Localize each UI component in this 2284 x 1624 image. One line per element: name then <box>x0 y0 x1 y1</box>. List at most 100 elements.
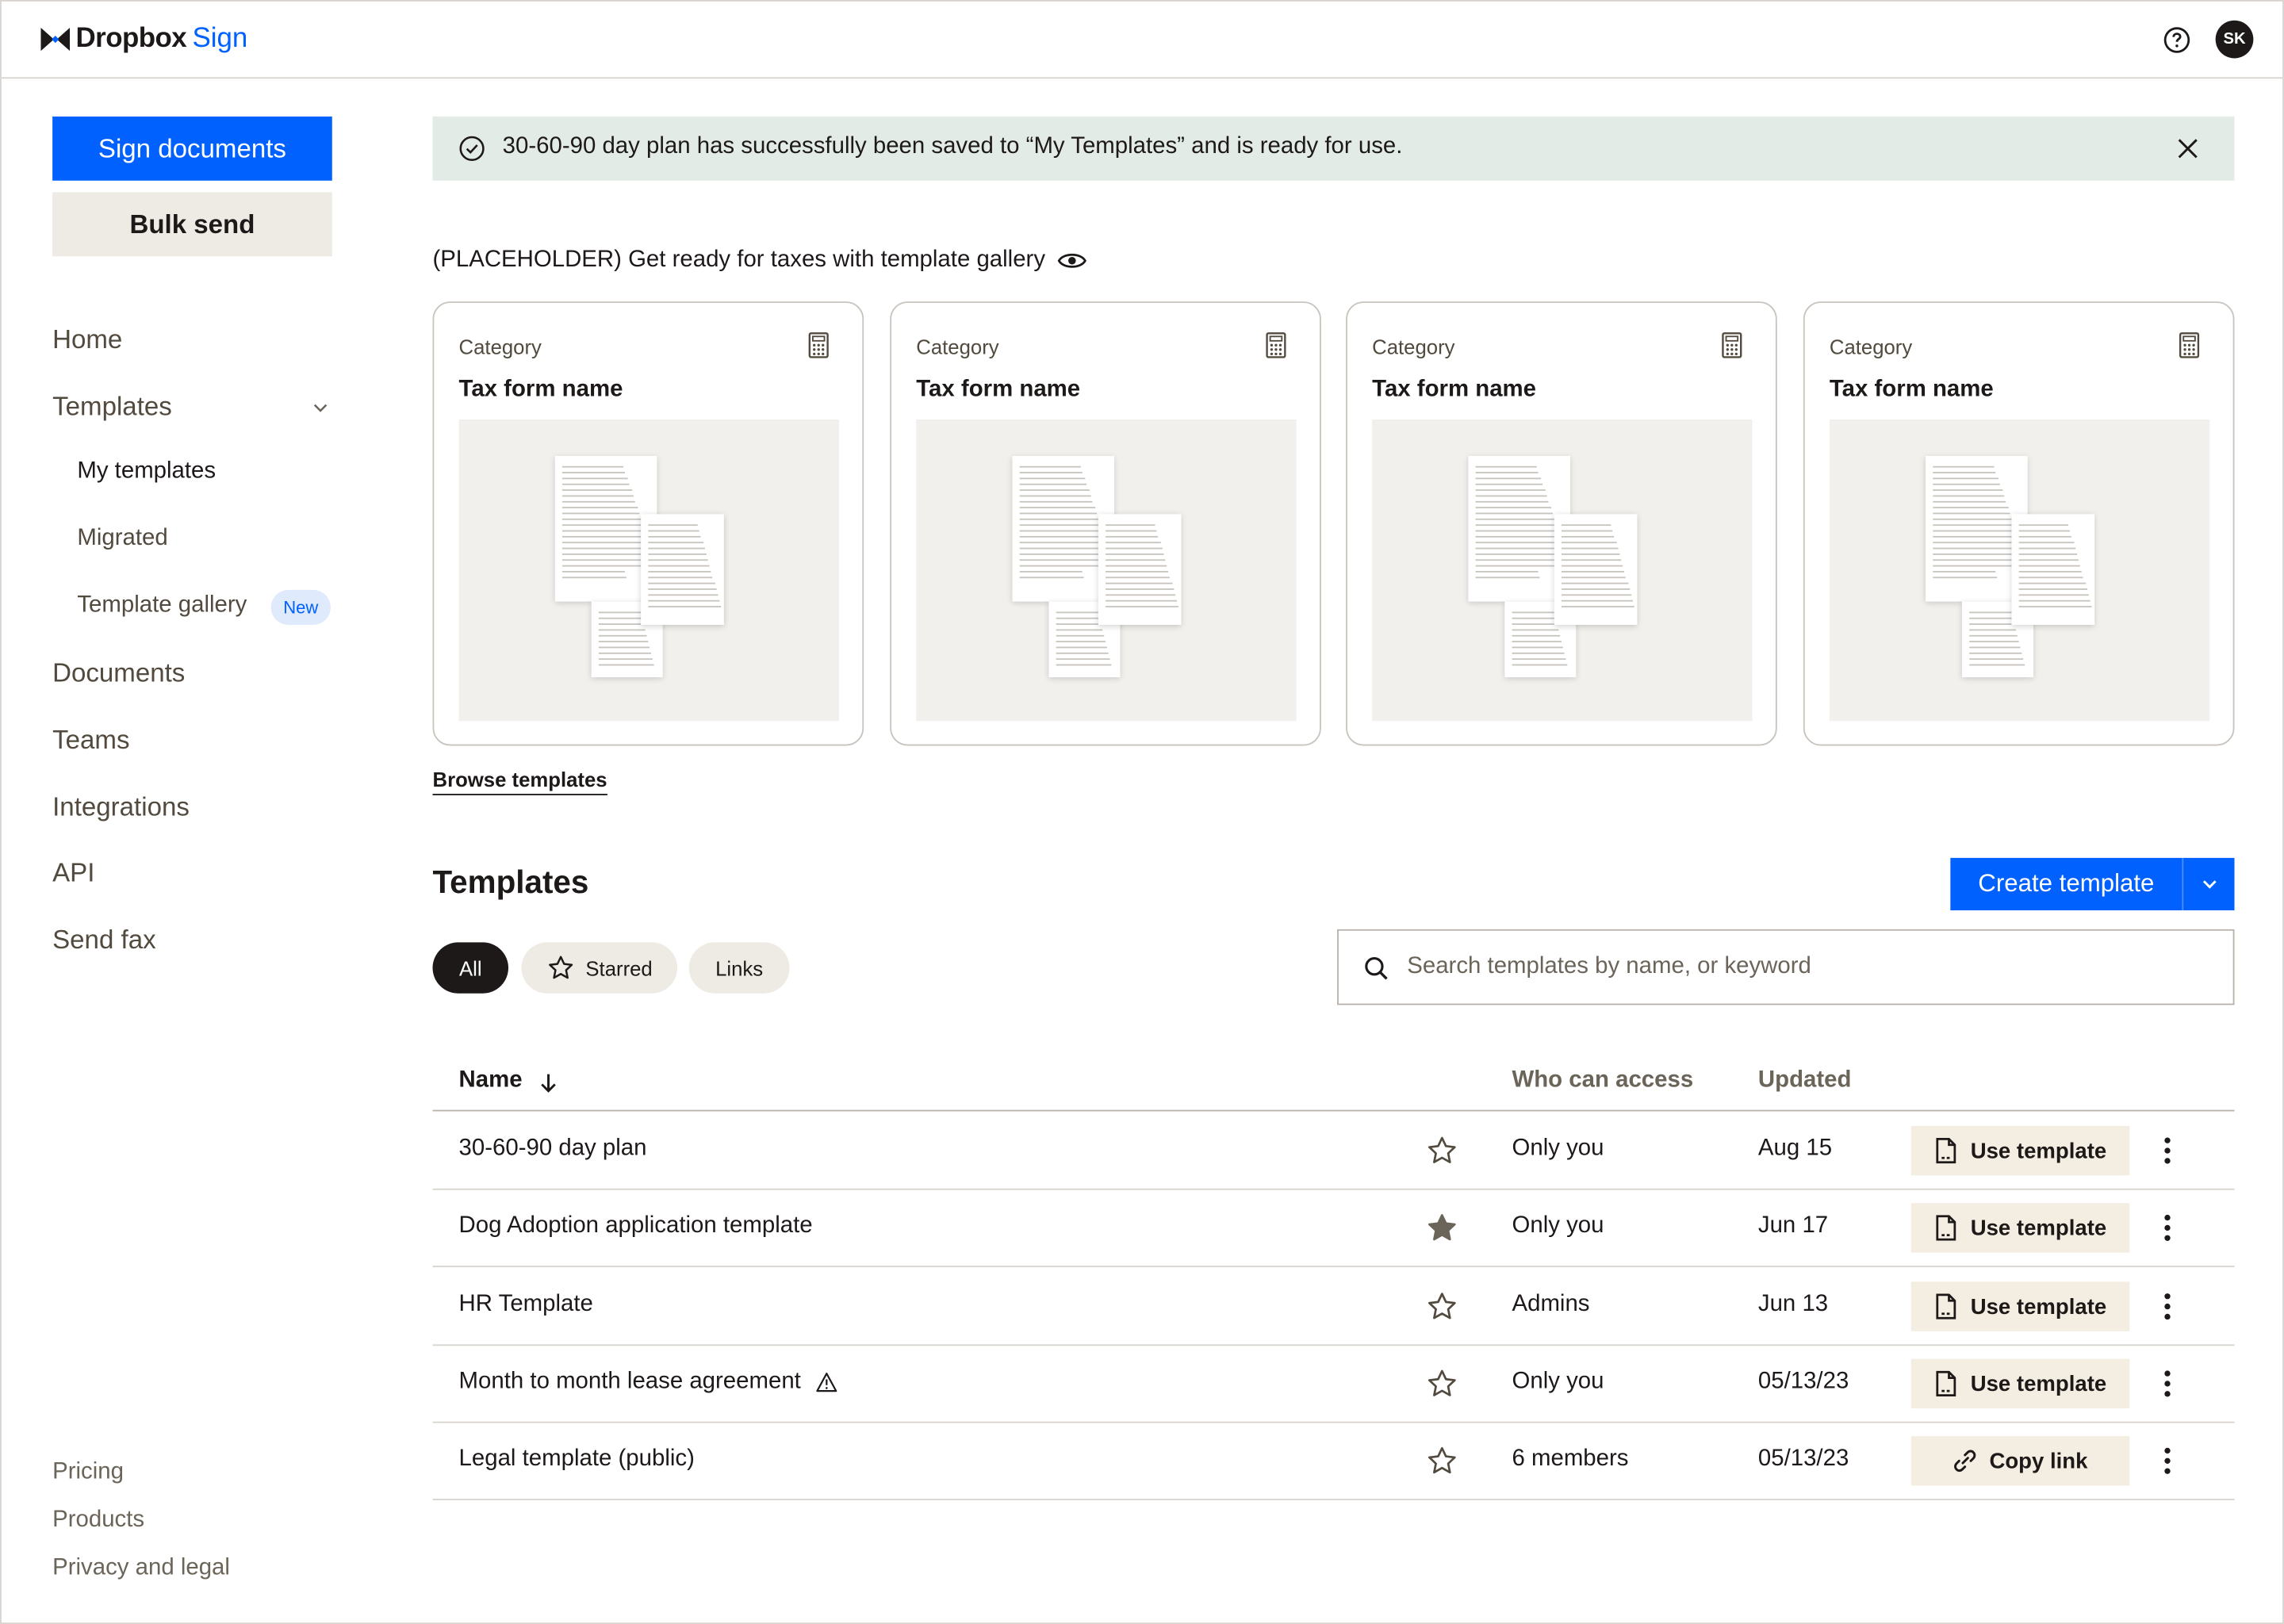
more-options-icon[interactable] <box>2160 1368 2175 1400</box>
column-header-access: Who can access <box>1512 1067 1694 1093</box>
row-action-label: Use template <box>1970 1215 2107 1241</box>
document-preview-page <box>2011 514 2095 625</box>
table-row[interactable]: 30-60-90 day plan Only you Aug 15 Use templ… <box>432 1111 2235 1190</box>
eye-icon[interactable] <box>1056 251 1086 271</box>
sidebar-item-documents[interactable]: Documents <box>52 658 185 689</box>
star-icon[interactable] <box>1426 1368 1458 1400</box>
sidebar-item-home[interactable]: Home <box>52 325 122 356</box>
chevron-down-icon <box>2202 880 2216 889</box>
dropbox-sign-logo[interactable]: Dropbox Sign <box>40 23 247 55</box>
sidebar-item-migrated[interactable]: Migrated <box>77 526 167 552</box>
gallery-heading-text: (PLACEHOLDER) Get ready for taxes with t… <box>432 247 1046 273</box>
arrow-down-icon[interactable] <box>539 1072 558 1094</box>
chevron-down-icon[interactable] <box>312 399 329 416</box>
dropbox-icon <box>40 27 71 52</box>
browse-templates-link[interactable]: Browse templates <box>432 768 607 795</box>
template-name-text: Dog Adoption application template <box>458 1213 813 1239</box>
use-template-button[interactable]: Use template <box>1910 1203 2130 1253</box>
template-name-text: Month to month lease agreement <box>458 1369 801 1394</box>
more-options-icon[interactable] <box>2160 1445 2175 1477</box>
more-options-icon[interactable] <box>2160 1135 2175 1166</box>
copy-link-button[interactable]: Copy link <box>1910 1436 2130 1486</box>
sidebar-item-templates[interactable]: Templates <box>52 392 172 423</box>
filter-starred-label: Starred <box>585 956 653 980</box>
star-icon[interactable] <box>1426 1290 1458 1322</box>
template-name[interactable]: Dog Adoption application template <box>459 1213 813 1239</box>
access-cell: Only you <box>1512 1136 1604 1161</box>
table-row[interactable]: Dog Adoption application template Only yo… <box>432 1189 2235 1268</box>
document-preview-page <box>1098 514 1182 625</box>
template-card[interactable]: Category Tax form name <box>432 301 864 746</box>
card-thumbnail <box>458 419 839 722</box>
more-options-icon[interactable] <box>2160 1212 2175 1243</box>
footer-link-products[interactable]: Products <box>52 1507 144 1534</box>
sidebar-item-my-templates[interactable]: My templates <box>77 459 216 485</box>
calculator-icon <box>1722 332 1742 358</box>
avatar[interactable]: SK <box>2215 20 2254 59</box>
success-banner: 30-60-90 day plan has successfully been … <box>432 116 2235 181</box>
filter-links[interactable]: Links <box>688 942 790 994</box>
footer-link-privacy[interactable]: Privacy and legal <box>52 1556 230 1582</box>
filter-all[interactable]: All <box>432 942 509 994</box>
column-header-updated[interactable]: Updated <box>1758 1067 1852 1094</box>
template-name[interactable]: Month to month lease agreement <box>459 1369 837 1396</box>
filter-links-label: Links <box>715 956 764 980</box>
more-options-icon[interactable] <box>2160 1290 2175 1322</box>
template-name[interactable]: Legal template (public) <box>459 1446 695 1473</box>
filter-all-label: All <box>458 956 482 980</box>
sidebar-item-send-fax[interactable]: Send fax <box>52 925 156 956</box>
sidebar-item-teams[interactable]: Teams <box>52 726 129 756</box>
logo-wordmark: Dropbox <box>75 23 187 54</box>
row-action-label: Use template <box>1970 1138 2107 1163</box>
search-box <box>1337 929 2235 1005</box>
template-card[interactable]: Category Tax form name <box>890 301 1321 746</box>
search-icon <box>1365 957 1388 980</box>
sidebar-item-template-gallery[interactable]: Template gallery <box>77 593 247 619</box>
table-row[interactable]: Legal template (public) 6 members 05/13/23… <box>432 1422 2235 1500</box>
help-icon[interactable] <box>2163 26 2190 54</box>
template-name[interactable]: HR Template <box>459 1292 593 1318</box>
calculator-icon <box>808 332 829 358</box>
card-thumbnail <box>1372 419 1753 722</box>
table-row[interactable]: Month to month lease agreement Only you 05… <box>432 1344 2235 1423</box>
row-action-label: Copy link <box>1989 1448 2088 1473</box>
column-header-name[interactable]: Name <box>459 1067 523 1094</box>
row-action-label: Use template <box>1970 1371 2107 1396</box>
card-title: Tax form name <box>458 377 623 402</box>
card-category: Category <box>458 335 542 358</box>
card-thumbnail <box>1829 419 2210 722</box>
document-icon <box>1936 1293 1956 1320</box>
sign-documents-button[interactable]: Sign documents <box>52 116 332 181</box>
card-category: Category <box>916 335 999 358</box>
star-icon[interactable] <box>1426 1445 1458 1477</box>
use-template-button[interactable]: Use template <box>1910 1281 2130 1331</box>
updated-cell: Jun 13 <box>1757 1292 1829 1317</box>
bulk-send-button[interactable]: Bulk send <box>52 192 332 257</box>
access-cell: Only you <box>1512 1369 1604 1394</box>
sidebar-item-integrations[interactable]: Integrations <box>52 792 190 823</box>
template-card[interactable]: Category Tax form name <box>1803 301 2235 746</box>
updated-cell: 05/13/23 <box>1757 1446 1849 1472</box>
new-badge: New <box>270 589 331 625</box>
close-icon[interactable] <box>2176 137 2199 160</box>
card-category: Category <box>1829 335 1913 358</box>
use-template-button[interactable]: Use template <box>1910 1125 2130 1176</box>
banner-message: 30-60-90 day plan has successfully been … <box>502 133 1403 159</box>
template-card[interactable]: Category Tax form name <box>1346 301 1777 746</box>
template-name-text: HR Template <box>458 1292 593 1317</box>
footer-link-pricing[interactable]: Pricing <box>52 1459 124 1485</box>
template-name[interactable]: 30-60-90 day plan <box>459 1136 647 1162</box>
document-preview-page <box>641 514 724 625</box>
create-template-dropdown[interactable] <box>2182 857 2234 910</box>
search-input[interactable] <box>1407 930 2209 1004</box>
create-template-button[interactable]: Create template <box>1950 858 2182 910</box>
calculator-icon <box>2179 332 2200 358</box>
filter-starred[interactable]: Starred <box>521 942 678 994</box>
star-icon[interactable] <box>1426 1135 1458 1166</box>
sidebar-item-api[interactable]: API <box>52 858 94 889</box>
use-template-button[interactable]: Use template <box>1910 1358 2130 1409</box>
document-icon <box>1936 1370 1956 1397</box>
star-icon[interactable] <box>1426 1212 1458 1243</box>
template-name-text: 30-60-90 day plan <box>458 1136 647 1161</box>
table-row[interactable]: HR Template Admins Jun 13 Use template <box>432 1267 2235 1346</box>
